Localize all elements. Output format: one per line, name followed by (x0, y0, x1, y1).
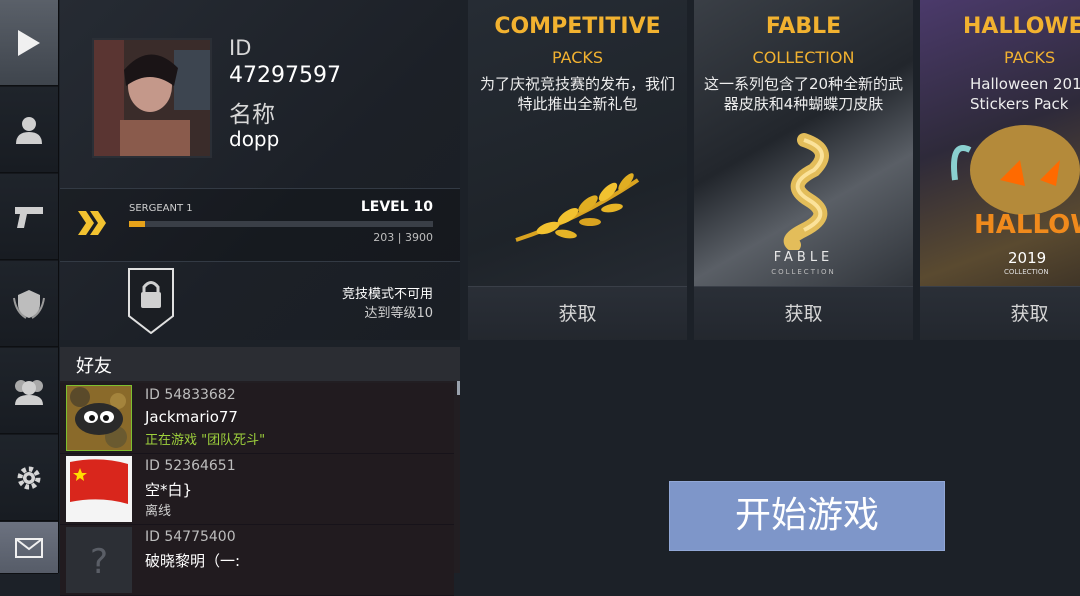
friends-title: 好友 (76, 356, 112, 377)
rank-chevrons-icon (78, 211, 106, 235)
profile-nav-button[interactable] (0, 87, 58, 173)
friend-id: ID 54775400 (145, 529, 236, 545)
play-nav-button[interactable] (0, 0, 58, 86)
friend-name: 空*白} (145, 481, 193, 499)
friend-status: 离线 (145, 504, 172, 519)
fable-art-sub: COLLECTION (771, 268, 836, 276)
gear-icon (17, 466, 41, 489)
pack-card-halloween[interactable]: HALLOWEE PACKS Halloween 2019 Stickers P… (920, 0, 1080, 340)
level-text: LEVEL 10 (360, 199, 433, 215)
pack-subtitle: PACKS (551, 48, 604, 67)
mail-icon (15, 537, 43, 558)
player-name: dopp (229, 127, 280, 151)
friends-header: 好友 (60, 347, 460, 381)
pack-title: COMPETITIVE (494, 14, 661, 39)
pistol-icon (15, 206, 43, 228)
pack-description: Halloween 2019 Stickers Pack (970, 75, 1080, 113)
player-id: 47297597 (229, 63, 341, 88)
friends-nav-button[interactable] (0, 348, 58, 434)
rank-name: SERGEANT 1 (129, 203, 193, 214)
name-label: 名称 (229, 102, 275, 128)
fable-art-text: FABLE (773, 250, 834, 265)
xp-progress-fill (129, 221, 145, 227)
shield-emblem-icon (13, 289, 45, 319)
friend-id: ID 52364651 (145, 458, 236, 474)
person-icon (16, 116, 42, 144)
pack-subtitle: COLLECTION (752, 48, 855, 67)
halloween-art-text: HALLOWEEN (974, 210, 1080, 240)
competitive-unavailable-text: 竞技模式不可用 (341, 287, 433, 302)
svg-text:?: ? (90, 542, 108, 582)
friend-avatar-unknown-icon: ? (66, 527, 132, 593)
mail-nav-button[interactable] (0, 522, 58, 574)
avatar-photo-icon (94, 40, 210, 156)
reach-level-text: 达到等级10 (364, 306, 433, 321)
pack-title: HALLOWEE (963, 14, 1080, 39)
pack-description: 这一系列包含了20种全新的武器皮肤和4种蝴蝶刀皮肤 (703, 75, 904, 113)
friend-name: Jackmario77 (145, 408, 238, 426)
golden-laurel-icon (515, 173, 640, 242)
friend-row[interactable]: ID 54833682 Jackmario77 正在游戏 "团队死斗" (60, 383, 454, 454)
id-label: ID (229, 36, 252, 60)
pack-description: 为了庆祝竞技赛的发布，我们特此推出全新礼包 (479, 75, 675, 113)
friend-avatar-flag-icon (66, 456, 132, 522)
sidebar (0, 0, 59, 574)
play-icon (18, 29, 40, 56)
friend-id: ID 54833682 (145, 387, 236, 403)
lock-badge-icon (128, 268, 174, 334)
profile-panel: ID 47297597 名称 dopp SERGEANT 1 LEVEL 10 … (60, 0, 460, 340)
pack-get-button[interactable]: 获取 (920, 286, 1080, 340)
golden-serpent-icon (783, 133, 829, 250)
player-avatar[interactable] (92, 38, 212, 158)
friend-row[interactable]: ID 52364651 空*白} 离线 (60, 454, 454, 525)
friend-status: 正在游戏 "团队死斗" (145, 433, 266, 448)
friend-avatar-camo-icon (66, 385, 132, 451)
pack-subtitle: PACKS (1004, 48, 1056, 67)
halloween-art-sub: COLLECTION (1004, 268, 1049, 276)
weapons-nav-button[interactable] (0, 174, 58, 260)
friend-name: 破晓黎明（一: (145, 552, 241, 570)
pack-card-fable[interactable]: FABLE COLLECTION 这一系列包含了20种全新的武器皮肤和4种蝴蝶刀… (694, 0, 913, 340)
pack-get-button[interactable]: 获取 (694, 286, 913, 340)
xp-progress-bar (129, 221, 433, 227)
pack-get-button[interactable]: 获取 (468, 286, 687, 340)
friends-panel: 好友 ID 54833682 Jackmario77 正在游戏 "团队死斗" I… (60, 347, 460, 596)
halloween-art-year: 2019 (1008, 249, 1047, 267)
friend-row[interactable]: ? ID 54775400 破晓黎明（一: (60, 525, 454, 596)
ranks-nav-button[interactable] (0, 261, 58, 347)
pack-title: FABLE (765, 14, 842, 39)
pack-card-competitive[interactable]: COMPETITIVE PACKS 为了庆祝竞技赛的发布，我们特此推出全新礼包 … (468, 0, 687, 340)
group-icon (15, 379, 43, 405)
settings-nav-button[interactable] (0, 435, 58, 521)
start-game-button[interactable]: 开始游戏 (669, 481, 945, 551)
xp-text: 203 | 3900 (373, 231, 433, 244)
friends-scrollbar[interactable] (457, 381, 460, 395)
